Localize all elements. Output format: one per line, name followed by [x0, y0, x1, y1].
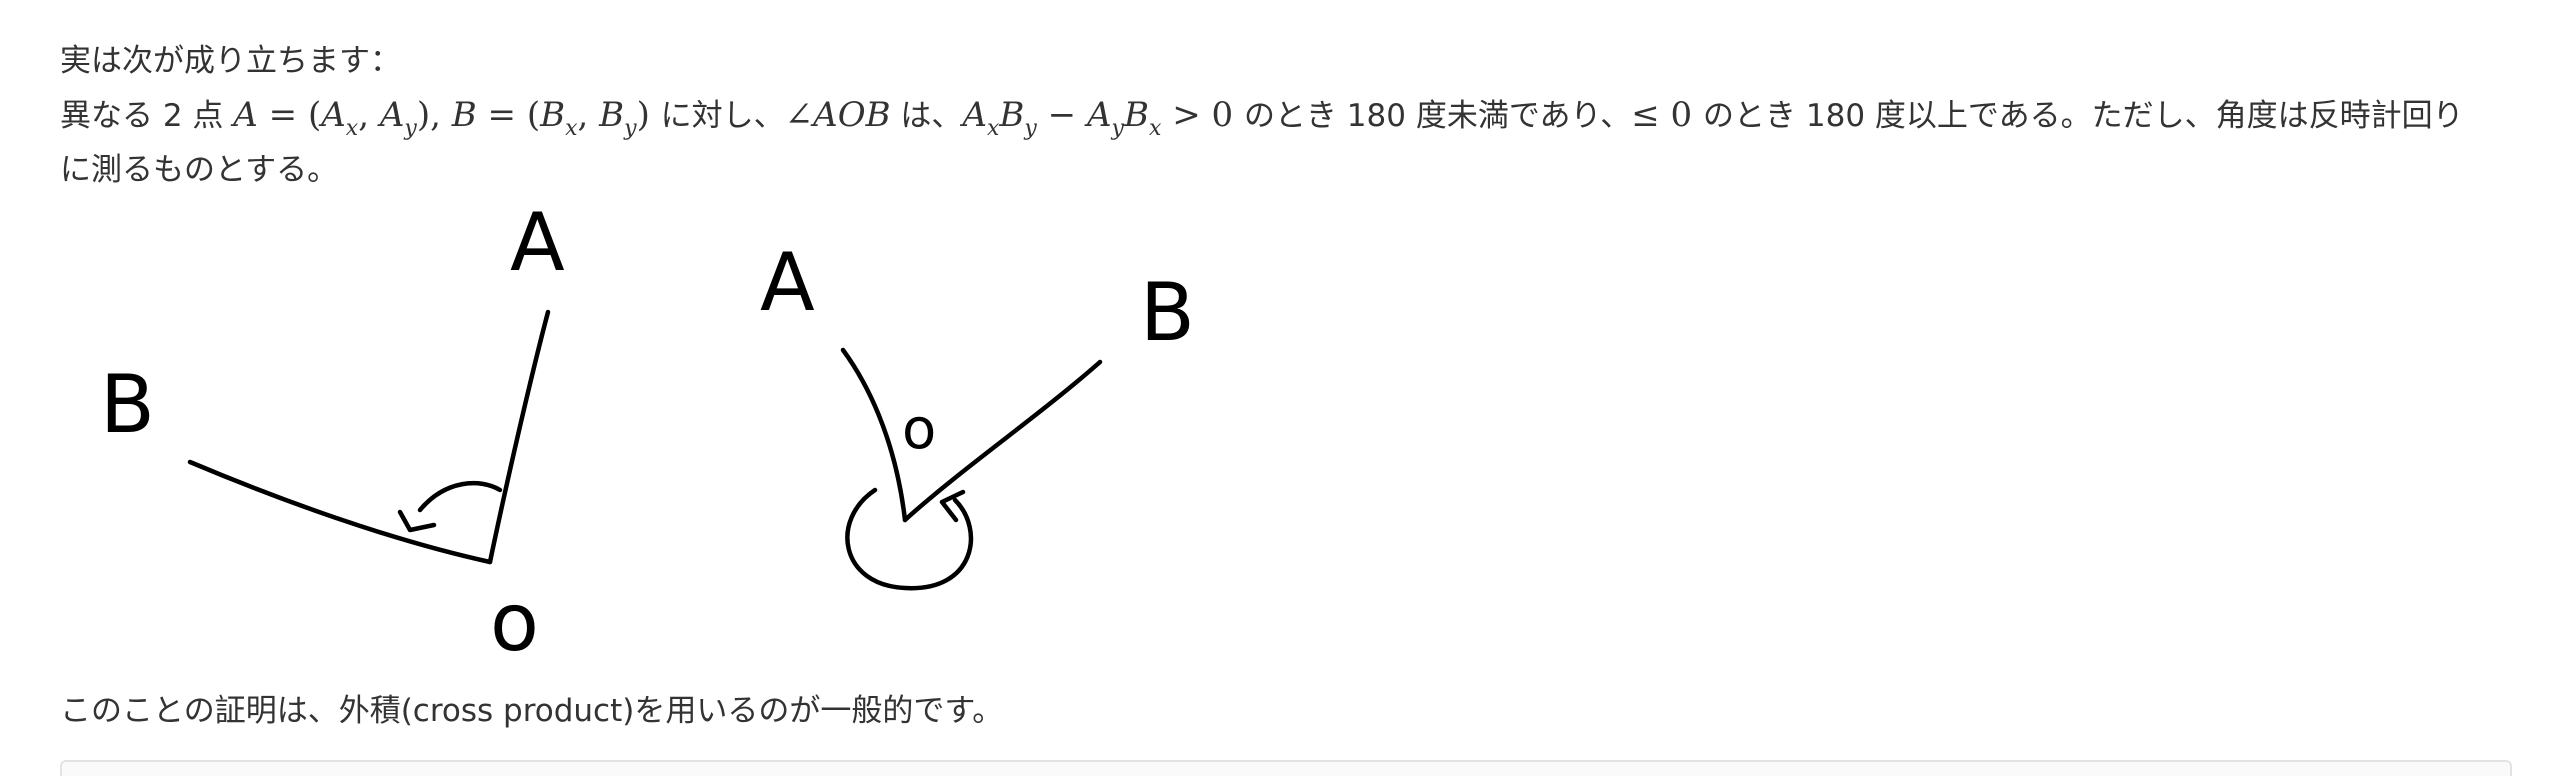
- math-Ax: A: [962, 95, 987, 135]
- label-A-left: A: [510, 200, 565, 289]
- math-subscript-x: x: [987, 116, 1000, 141]
- math-angle-AOB: ∠AOB: [784, 95, 891, 135]
- angle-arrowhead-left: [397, 509, 437, 533]
- math-subscript-y: y: [1024, 116, 1037, 141]
- intro-paragraph: 実は次が成り立ちます：: [60, 43, 401, 79]
- math-Bx: B: [1123, 95, 1149, 135]
- label-A-right: A: [760, 236, 815, 329]
- math-comma: ,: [577, 95, 600, 135]
- math-Ax: A: [321, 95, 346, 135]
- ray-OA-left: [487, 309, 551, 565]
- math-subscript-x: x: [345, 116, 359, 141]
- angle-arc-arrow-left: [417, 480, 503, 513]
- math-A: A: [233, 95, 258, 135]
- math-subscript-y: y: [1111, 116, 1124, 141]
- math-equals-2: = (: [476, 95, 541, 135]
- math-minus: −: [1036, 95, 1087, 135]
- statement-text: のとき 180 度以上である。ただし、角度は反時計回り: [1703, 98, 2464, 134]
- angle-arc-right: [845, 487, 974, 591]
- math-le-zero: ≤ 0: [1631, 95, 1704, 135]
- math-B: B: [451, 95, 477, 135]
- ray-OA-right: [840, 347, 908, 523]
- label-O-left: o: [490, 576, 539, 660]
- label-B-right: B: [1140, 266, 1195, 359]
- math-By: B: [599, 95, 625, 135]
- statement-continuation: に測るものとする。: [60, 152, 339, 188]
- math-greater-zero: > 0: [1161, 95, 1244, 135]
- code-block: [60, 760, 2512, 776]
- math-subscript-x: x: [1148, 116, 1162, 141]
- math-subscript-x: x: [565, 116, 578, 141]
- math-equals: = (: [257, 95, 322, 135]
- statement-text: に対し、: [660, 98, 785, 134]
- ray-OB-left: [187, 459, 493, 565]
- right-angle-drawing: A B o: [760, 236, 1195, 591]
- math-Ay: A: [1086, 95, 1112, 135]
- conclusion-paragraph: このことの証明は、外積(cross product)を用いるのが一般的です。: [60, 693, 1004, 729]
- math-close-2: ): [636, 95, 661, 135]
- statement-text: のとき 180 度未満であり、: [1243, 98, 1632, 134]
- angle-diagram-svg: A B o A B o: [100, 196, 1195, 669]
- math-subscript-y: y: [404, 116, 417, 141]
- math-Ay: A: [379, 95, 405, 135]
- math-By: B: [999, 95, 1025, 135]
- statement-paragraph: 異なる 2 点 A = (Ax, Ay), B = (Bx, By) に対し、∠…: [60, 88, 2464, 156]
- statement-text: は、: [890, 98, 963, 134]
- math-comma: ,: [358, 95, 380, 135]
- math-Bx: B: [540, 95, 566, 135]
- math-subscript-y: y: [624, 116, 637, 141]
- statement-text: 異なる 2 点: [60, 98, 234, 134]
- label-O-right: o: [902, 397, 936, 462]
- hand-drawn-angle-figure: A B o A B o: [60, 196, 1220, 669]
- math-close: ),: [416, 95, 452, 135]
- label-B-left: B: [100, 358, 155, 451]
- left-angle-drawing: A B o: [100, 196, 565, 669]
